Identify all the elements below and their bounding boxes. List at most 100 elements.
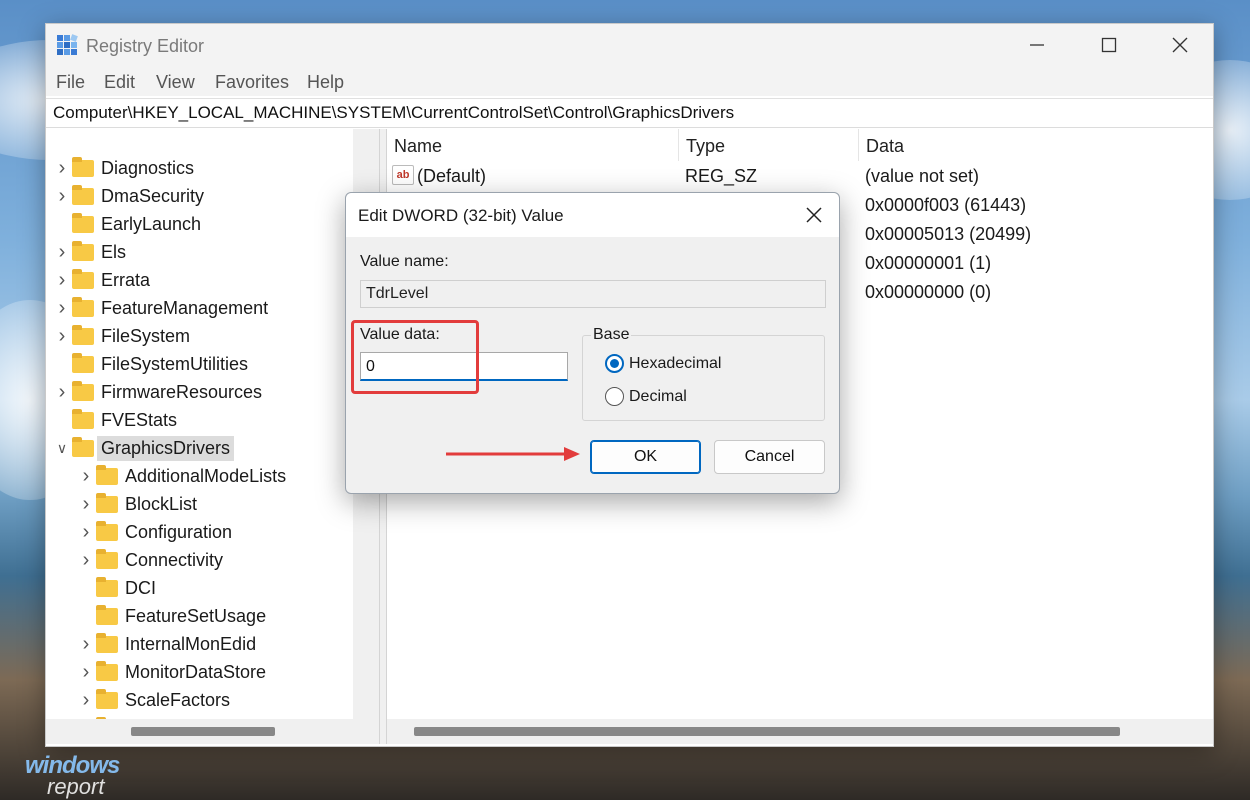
list-horizontal-scrollbar[interactable] — [387, 719, 1213, 744]
tree-item[interactable]: › InternalMonEdid — [76, 630, 256, 658]
chevron-right-icon[interactable]: › — [76, 633, 96, 656]
folder-icon — [96, 604, 118, 625]
chevron-right-icon[interactable]: › — [52, 381, 72, 404]
tree-item-label: GraphicsDrivers — [97, 435, 235, 461]
chevron-right-icon[interactable]: › — [52, 269, 72, 292]
address-path: Computer\HKEY_LOCAL_MACHINE\SYSTEM\Curre… — [53, 103, 735, 122]
base-group — [582, 335, 825, 421]
tree-horizontal-scrollbar[interactable] — [46, 719, 379, 744]
value-data: 0x00005013 (20499) — [865, 224, 1032, 244]
column-header-type[interactable]: Type — [679, 129, 859, 161]
folder-icon — [72, 156, 94, 177]
chevron-right-icon[interactable]: › — [52, 185, 72, 208]
chevron-right-icon[interactable]: › — [52, 241, 72, 264]
folder-icon — [72, 212, 94, 233]
folder-icon — [72, 408, 94, 429]
highlight-annotation — [351, 320, 479, 394]
value-row[interactable]: ab (Default) REG_SZ (value not set) — [387, 162, 1213, 191]
chevron-right-icon[interactable]: › — [76, 661, 96, 684]
folder-icon — [72, 184, 94, 205]
maximize-icon — [1101, 37, 1117, 53]
tree-item[interactable]: › Connectivity — [76, 546, 223, 574]
tree-item-label: FVEStats — [101, 409, 178, 430]
folder-icon — [72, 268, 94, 289]
tree-item[interactable]: › Els — [52, 238, 126, 266]
value-name: (Default) — [417, 166, 487, 186]
tree-item-label: DmaSecurity — [101, 185, 205, 206]
tree-item[interactable]: › Errata — [52, 266, 150, 294]
minimize-icon — [1030, 44, 1044, 46]
tree-item[interactable]: ∨ GraphicsDrivers — [52, 434, 235, 462]
menu-file[interactable]: File — [56, 72, 85, 93]
dialog-title-bar[interactable]: Edit DWORD (32-bit) Value — [346, 193, 839, 237]
menu-favorites[interactable]: Favorites — [215, 72, 289, 93]
folder-icon — [96, 492, 118, 513]
tree-item-label: Configuration — [125, 521, 233, 542]
chevron-right-icon[interactable]: › — [76, 521, 96, 544]
folder-icon — [72, 296, 94, 317]
tree-item[interactable]: FileSystemUtilities — [52, 350, 248, 378]
address-bar[interactable]: Computer\HKEY_LOCAL_MACHINE\SYSTEM\Curre… — [46, 98, 1213, 128]
tree-item[interactable]: › ScaleFactors — [76, 686, 230, 714]
value-name-label: Value name: — [360, 253, 449, 270]
edit-dword-dialog: Edit DWORD (32-bit) Value Value name: Td… — [345, 192, 840, 494]
ok-button[interactable]: OK — [590, 440, 701, 474]
dialog-close-button[interactable] — [796, 199, 832, 231]
tree-item[interactable]: › FirmwareResources — [52, 378, 262, 406]
folder-icon — [72, 324, 94, 345]
chevron-right-icon[interactable]: › — [76, 465, 96, 488]
chevron-down-icon[interactable]: ∨ — [52, 440, 72, 457]
minimize-button[interactable] — [1014, 30, 1060, 60]
column-header-data[interactable]: Data — [859, 129, 1213, 161]
chevron-right-icon[interactable]: › — [52, 325, 72, 348]
tree-item[interactable]: FeatureSetUsage — [76, 602, 266, 630]
value-data: 0x00000001 (1) — [865, 253, 992, 273]
tree-item[interactable]: › Configuration — [76, 518, 232, 546]
column-header-name[interactable]: Name — [387, 129, 679, 161]
chevron-right-icon[interactable]: › — [52, 157, 72, 180]
tree-item-label: EarlyLaunch — [101, 213, 202, 234]
tree-item[interactable]: › AdditionalModeLists — [76, 462, 286, 490]
menu-view[interactable]: View — [156, 72, 195, 93]
menu-help[interactable]: Help — [307, 72, 344, 93]
tree-item[interactable]: › DmaSecurity — [52, 182, 204, 210]
radio-decimal-label[interactable]: Decimal — [629, 388, 687, 406]
chevron-right-icon[interactable]: › — [52, 297, 72, 320]
tree-item-label: Connectivity — [125, 549, 224, 570]
radio-hexadecimal-label[interactable]: Hexadecimal — [629, 355, 721, 373]
close-icon — [1172, 37, 1188, 53]
folder-icon — [96, 576, 118, 597]
tree-item[interactable]: › FeatureManagement — [52, 294, 268, 322]
tree-item[interactable]: › Diagnostics — [52, 154, 194, 182]
close-button[interactable] — [1157, 30, 1203, 60]
cancel-button[interactable]: Cancel — [714, 440, 825, 474]
tree-item-label: InternalMonEdid — [125, 633, 257, 654]
dialog-title: Edit DWORD (32-bit) Value — [358, 206, 564, 225]
tree-item[interactable]: EarlyLaunch — [52, 210, 201, 238]
maximize-button[interactable] — [1086, 30, 1132, 60]
radio-decimal[interactable] — [605, 387, 624, 406]
value-name-field[interactable]: TdrLevel — [360, 280, 826, 308]
folder-icon — [72, 352, 94, 373]
tree-item-label: FileSystemUtilities — [101, 353, 249, 374]
chevron-right-icon[interactable]: › — [76, 549, 96, 572]
chevron-right-icon[interactable]: › — [76, 493, 96, 516]
tree-item[interactable]: FVEStats — [52, 406, 177, 434]
tree-item[interactable]: › FileSystem — [52, 322, 190, 350]
title-bar[interactable]: Registry Editor — [46, 24, 1213, 68]
tree-item[interactable]: DCI — [76, 574, 156, 602]
value-data: 0x0000f003 (61443) — [865, 195, 1027, 215]
radio-hexadecimal[interactable] — [605, 354, 624, 373]
folder-icon — [96, 548, 118, 569]
menu-edit[interactable]: Edit — [104, 72, 135, 93]
registry-editor-icon — [57, 34, 78, 55]
tree-item[interactable]: › MonitorDataStore — [76, 658, 266, 686]
scrollbar-thumb[interactable] — [131, 727, 275, 736]
menu-bar: File Edit View Favorites Help — [46, 68, 1213, 96]
tree-item-label: FeatureManagement — [101, 297, 269, 318]
windows-report-logo: windows report — [25, 752, 145, 799]
tree-item[interactable]: › BlockList — [76, 490, 197, 518]
chevron-right-icon[interactable]: › — [76, 689, 96, 712]
scrollbar-thumb[interactable] — [414, 727, 1120, 736]
folder-icon — [96, 520, 118, 541]
